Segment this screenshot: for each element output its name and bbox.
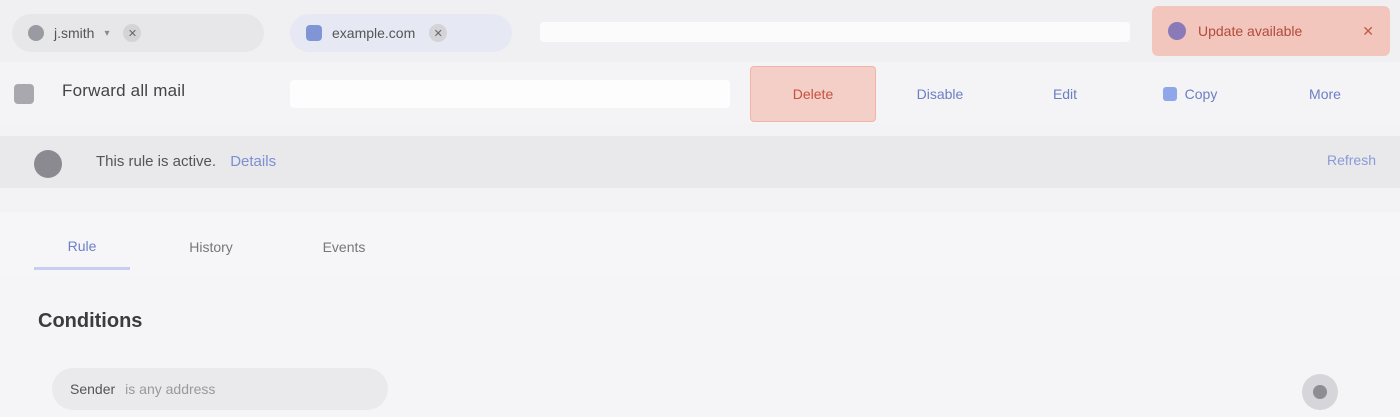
more-button[interactable]: More <box>1280 78 1370 110</box>
tab-events[interactable]: Events <box>296 224 392 270</box>
close-icon[interactable]: ✕ <box>429 24 448 42</box>
status-banner: This rule is active. Details Refresh <box>0 136 1400 188</box>
domain-switcher[interactable]: example.com ✕ <box>290 14 512 52</box>
tab-history[interactable]: History <box>166 224 256 270</box>
status-message: This rule is active. <box>96 153 217 170</box>
condition-value: is any address <box>125 381 216 397</box>
account-label: j.smith <box>54 25 95 41</box>
account-switcher[interactable]: j.smith ▾ ✕ <box>12 14 264 52</box>
domain-icon <box>306 25 322 41</box>
section-heading: Conditions <box>38 310 143 332</box>
back-icon[interactable] <box>14 84 34 104</box>
tab-bar: Rule History Events <box>0 212 1400 276</box>
tab-rule[interactable]: Rule <box>34 224 130 270</box>
copy-icon <box>1162 87 1177 101</box>
update-button[interactable]: Update available ✕ <box>1152 6 1390 56</box>
copy-button[interactable]: Copy <box>1145 78 1235 110</box>
condition-key: Sender <box>70 381 116 397</box>
top-bar: j.smith ▾ ✕ example.com ✕ Update availab… <box>0 0 1400 62</box>
copy-label: Copy <box>1184 86 1218 102</box>
rule-name: Forward all mail <box>62 81 186 100</box>
update-label: Update available <box>1198 23 1303 39</box>
edit-button[interactable]: Edit <box>1025 78 1105 110</box>
address-bar[interactable] <box>540 22 1130 42</box>
status-text: This rule is active. Details <box>96 153 276 170</box>
update-icon <box>1168 22 1186 40</box>
details-link[interactable]: Details <box>230 153 276 170</box>
help-button[interactable] <box>1302 374 1338 410</box>
delete-button[interactable]: Delete <box>750 66 876 122</box>
rule-name-field[interactable] <box>290 80 730 108</box>
info-icon <box>34 150 62 178</box>
disable-button[interactable]: Disable <box>900 78 980 110</box>
chevron-down-icon: ▾ <box>104 27 110 39</box>
close-icon[interactable]: ✕ <box>1362 23 1374 40</box>
user-icon <box>28 25 44 41</box>
condition-chip[interactable]: Sender is any address <box>52 368 388 410</box>
close-icon[interactable]: ✕ <box>123 24 142 42</box>
help-icon <box>1313 385 1327 399</box>
refresh-link[interactable]: Refresh <box>1327 152 1376 168</box>
rule-header: Forward all mail Delete Disable Edit Cop… <box>0 62 1400 124</box>
domain-label: example.com <box>332 25 416 41</box>
main-content: Conditions Sender is any address <box>0 276 1400 417</box>
